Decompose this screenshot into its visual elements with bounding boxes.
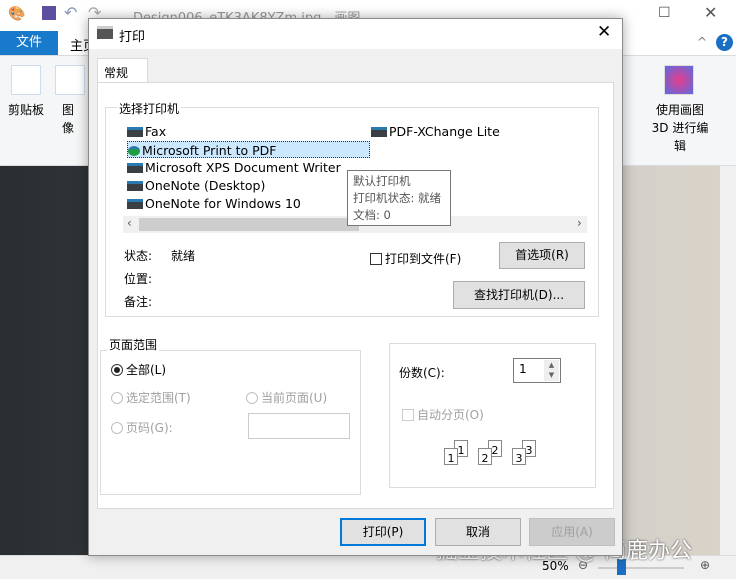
- scroll-right-icon[interactable]: ›: [577, 216, 582, 230]
- paint3d-icon[interactable]: [664, 65, 694, 95]
- scroll-left-icon[interactable]: ‹: [127, 216, 132, 230]
- preferences-button[interactable]: 首选项(R): [499, 242, 585, 269]
- copies-spinner[interactable]: ▲ ▼: [544, 360, 559, 381]
- save-icon[interactable]: [42, 6, 56, 20]
- all-radio[interactable]: 全部(L): [111, 361, 166, 378]
- page-range-label: 页面范围: [107, 336, 160, 353]
- copies-input[interactable]: 1 ▲ ▼: [513, 358, 561, 383]
- paint3d-button[interactable]: 使用画图 3D 进行编辑: [646, 101, 714, 155]
- tab-file[interactable]: 文件: [0, 31, 58, 55]
- dialog-titlebar: 打印 ✕: [89, 19, 622, 49]
- paint-app-icon: 🎨: [8, 6, 26, 22]
- image-button[interactable]: 图像: [58, 101, 78, 137]
- printer-item-selected[interactable]: Microsoft Print to PDF: [127, 141, 370, 158]
- collapse-ribbon-icon[interactable]: ^: [697, 35, 707, 49]
- clipboard-button[interactable]: 剪贴板: [8, 101, 44, 119]
- collate-illustration: 11 22 33: [444, 440, 544, 470]
- pages-radio[interactable]: 页码(G):: [111, 419, 173, 436]
- print-dialog: 打印 ✕ 常规 选择打印机 Fax Microsoft Print to PDF…: [88, 18, 623, 556]
- select-printer-label: 选择打印机: [117, 100, 182, 117]
- printer-icon: [97, 26, 113, 39]
- status-value: 就绪: [171, 249, 196, 263]
- pages-input[interactable]: [248, 413, 350, 439]
- close-dialog-button[interactable]: ✕: [597, 22, 611, 42]
- close-window-button[interactable]: ✕: [704, 3, 717, 22]
- copies-label: 份数(C):: [399, 366, 445, 380]
- location-label: 位置:: [124, 272, 153, 286]
- tab-general[interactable]: 常规: [97, 58, 148, 83]
- undo-icon[interactable]: ↶: [64, 3, 77, 22]
- apply-button[interactable]: 应用(A): [529, 518, 615, 546]
- printer-item[interactable]: PDF-XChange Lite: [371, 123, 500, 140]
- collate-checkbox[interactable]: 自动分页(O): [402, 406, 484, 423]
- vertical-scrollbar[interactable]: [720, 166, 736, 555]
- clipboard-icon[interactable]: [11, 65, 41, 95]
- print-button[interactable]: 打印(P): [340, 518, 426, 546]
- tooltip: 默认打印机 打印机状态: 就绪 文档: 0: [347, 170, 451, 226]
- cancel-button[interactable]: 取消: [435, 518, 521, 546]
- printer-item[interactable]: Fax: [127, 123, 166, 140]
- zoom-in-button[interactable]: ⊕: [700, 558, 710, 572]
- printer-item[interactable]: OneNote (Desktop): [127, 177, 265, 194]
- maximize-button[interactable]: ☐: [658, 5, 671, 21]
- dialog-title: 打印: [119, 30, 146, 45]
- selection-radio[interactable]: 选定范围(T): [111, 389, 191, 406]
- zoom-slider[interactable]: [598, 567, 684, 569]
- help-icon[interactable]: ?: [716, 34, 733, 51]
- status-label: 状态:: [124, 249, 153, 263]
- printer-item[interactable]: Microsoft XPS Document Writer: [127, 159, 341, 176]
- find-printer-button[interactable]: 查找打印机(D)...: [453, 281, 585, 309]
- current-page-radio[interactable]: 当前页面(U): [246, 389, 327, 406]
- comment-label: 备注:: [124, 295, 153, 309]
- printer-item[interactable]: OneNote for Windows 10: [127, 195, 301, 212]
- print-to-file-checkbox[interactable]: 打印到文件(F): [370, 250, 461, 267]
- scrollbar-thumb[interactable]: [139, 218, 359, 231]
- image-select-icon[interactable]: [55, 65, 85, 95]
